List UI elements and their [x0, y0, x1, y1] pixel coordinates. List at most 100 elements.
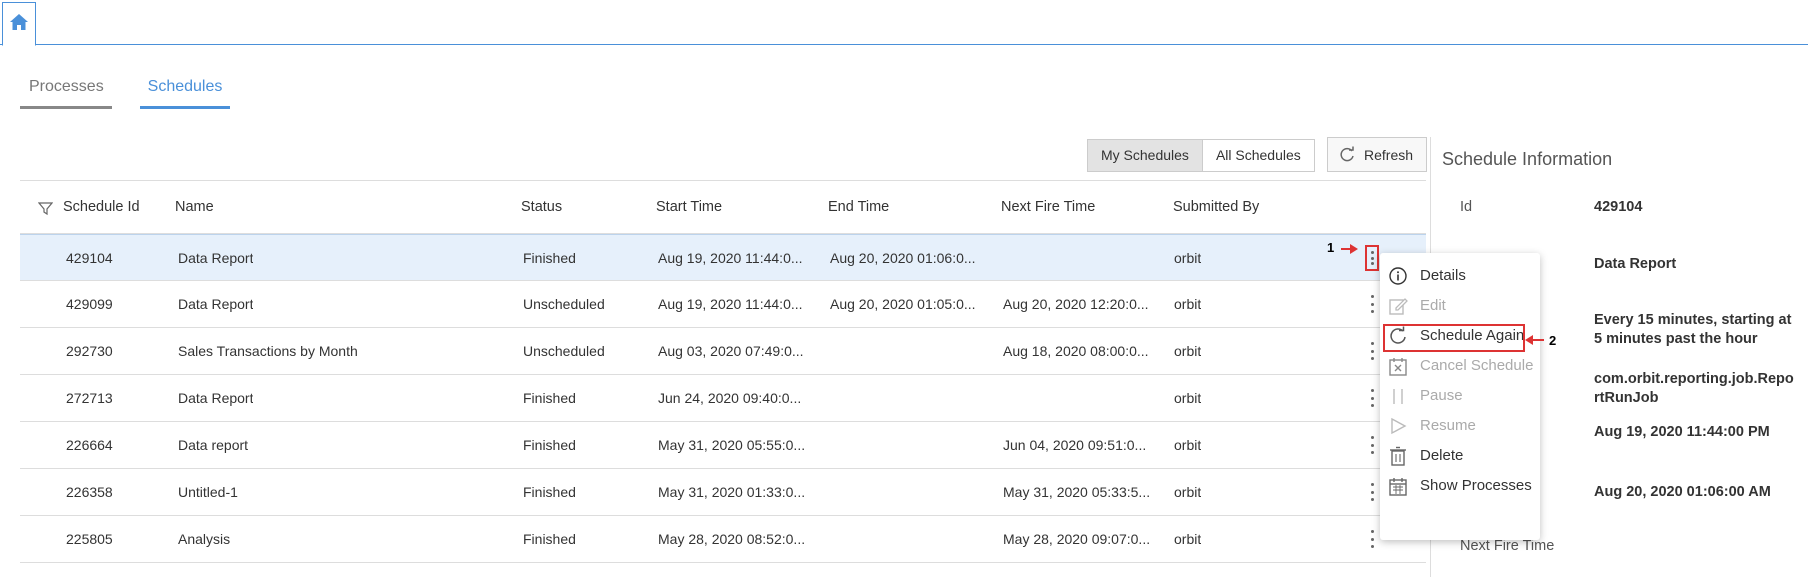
filter-icon[interactable] [38, 201, 53, 216]
start-time-value: Aug 19, 2020 11:44:00 PM [1594, 424, 1770, 440]
cell-schedule-id: 225805 [66, 531, 113, 547]
cell-submitted-by: orbit [1174, 296, 1202, 312]
cell-next-fire-time: Jun 04, 2020 09:51:0... [1003, 437, 1147, 453]
menu-item-label: Pause [1420, 387, 1463, 404]
cell-start-time: May 28, 2020 08:52:0... [658, 531, 806, 547]
next-fire-time-label: Next Fire Time [1460, 538, 1555, 554]
table-header: Schedule Id Name Status Start Time End T… [20, 180, 1426, 234]
menu-item-label: Delete [1420, 447, 1464, 464]
cell-submitted-by: orbit [1174, 250, 1202, 266]
column-header-start-time[interactable]: Start Time [656, 199, 722, 215]
menu-item-edit[interactable]: Edit [1380, 291, 1540, 321]
row-actions-kebab-icon[interactable] [1365, 245, 1379, 271]
cell-end-time: Aug 20, 2020 01:05:0... [830, 296, 976, 312]
cell-schedule-id: 292730 [66, 343, 113, 359]
play-icon [1391, 417, 1407, 435]
menu-item-show-processes[interactable]: Show Processes [1380, 471, 1540, 501]
home-tab[interactable] [2, 2, 36, 46]
table-row[interactable]: 429099 Data Report Unscheduled Aug 19, 2… [20, 281, 1426, 328]
cell-status: Unscheduled [523, 343, 605, 359]
all-schedules-button[interactable]: All Schedules [1201, 140, 1314, 171]
cell-schedule-id: 226664 [66, 437, 113, 453]
schedule-filter-toggle: My Schedules All Schedules [1087, 139, 1315, 172]
cell-schedule-id: 226358 [66, 484, 113, 500]
cell-start-time: Aug 19, 2020 11:44:0... [658, 296, 803, 312]
cell-next-fire-time: Aug 18, 2020 08:00:0... [1003, 343, 1149, 359]
cell-status: Finished [523, 250, 576, 266]
annotation-arrow-2 [1532, 339, 1544, 341]
cell-start-time: Aug 03, 2020 07:49:0... [658, 343, 804, 359]
cell-submitted-by: orbit [1174, 437, 1202, 453]
cancel-calendar-icon [1389, 358, 1407, 376]
cell-next-fire-time: May 31, 2020 05:33:5... [1003, 484, 1151, 500]
cell-next-fire-time: Aug 20, 2020 12:20:0... [1003, 296, 1149, 312]
cell-status: Finished [523, 437, 576, 453]
tab-schedules[interactable]: Schedules [140, 78, 230, 109]
trash-icon [1390, 446, 1406, 466]
schedules-table: Schedule Id Name Status Start Time End T… [20, 180, 1426, 563]
row-actions-kebab-icon[interactable] [1367, 293, 1377, 315]
definition-value: Every 15 minutes, starting at 5 minutes … [1594, 312, 1792, 347]
annotation-number-2: 2 [1549, 333, 1557, 348]
menu-item-label: Cancel Schedule [1420, 357, 1534, 374]
refresh-label: Refresh [1364, 146, 1414, 163]
menu-item-details[interactable]: Details [1380, 261, 1540, 291]
column-header-next-fire-time[interactable]: Next Fire Time [1001, 199, 1095, 215]
cell-submitted-by: orbit [1174, 390, 1202, 406]
info-icon [1389, 267, 1407, 285]
cell-name: Data Report [178, 250, 254, 266]
table-row[interactable]: 272713 Data Report Finished Jun 24, 2020… [20, 375, 1426, 422]
tab-processes[interactable]: Processes [20, 78, 112, 109]
column-header-schedule-id[interactable]: Schedule Id [63, 199, 140, 215]
end-time-value: Aug 20, 2020 01:06:00 AM [1594, 484, 1771, 500]
table-row[interactable]: 225805 Analysis Finished May 28, 2020 08… [20, 516, 1426, 563]
cell-start-time: May 31, 2020 05:55:0... [658, 437, 806, 453]
menu-item-label: Show Processes [1420, 477, 1532, 494]
column-header-end-time[interactable]: End Time [828, 199, 889, 215]
table-row[interactable]: 226664 Data report Finished May 31, 2020… [20, 422, 1426, 469]
top-bar [0, 0, 1808, 46]
cell-name: Data Report [178, 390, 254, 406]
column-header-name[interactable]: Name [175, 199, 214, 215]
menu-item-label: Resume [1420, 417, 1476, 434]
row-actions-kebab-icon[interactable] [1367, 481, 1377, 503]
table-row[interactable]: 226358 Untitled-1 Finished May 31, 2020 … [20, 469, 1426, 516]
row-actions-kebab-icon[interactable] [1367, 387, 1377, 409]
cell-start-time: Jun 24, 2020 09:40:0... [658, 390, 802, 406]
table-row[interactable]: 429104 Data Report Finished Aug 19, 2020… [20, 234, 1426, 281]
cell-status: Finished [523, 390, 576, 406]
pause-icon [1393, 389, 1403, 404]
my-schedules-button[interactable]: My Schedules [1088, 140, 1202, 171]
cell-next-fire-time: May 28, 2020 09:07:0... [1003, 531, 1151, 547]
menu-item-delete[interactable]: Delete [1380, 441, 1540, 471]
cell-schedule-id: 429104 [66, 250, 113, 266]
calendar-icon [1389, 478, 1407, 496]
id-value: 429104 [1594, 199, 1643, 215]
refresh-icon [1340, 146, 1354, 161]
annotation-number-1: 1 [1327, 240, 1335, 255]
menu-item-resume[interactable]: Resume [1380, 411, 1540, 441]
row-actions-kebab-icon[interactable] [1367, 434, 1377, 456]
refresh-button[interactable]: Refresh [1327, 137, 1427, 172]
cell-name: Untitled-1 [178, 484, 238, 500]
cell-status: Finished [523, 531, 576, 547]
name-value: Data Report [1594, 256, 1677, 272]
annotation-arrowhead-1 [1350, 244, 1358, 254]
row-actions-menu: Details Edit Schedule Again Cancel Sched… [1380, 253, 1540, 540]
menu-item-cancel-schedule[interactable]: Cancel Schedule [1380, 351, 1540, 381]
cell-name: Sales Transactions by Month [178, 343, 358, 359]
row-actions-kebab-icon[interactable] [1367, 528, 1377, 550]
row-actions-kebab-icon[interactable] [1367, 340, 1377, 362]
menu-item-pause[interactable]: Pause [1380, 381, 1540, 411]
menu-item-label: Edit [1420, 297, 1446, 314]
column-header-submitted-by[interactable]: Submitted By [1173, 199, 1259, 215]
cell-schedule-id: 429099 [66, 296, 113, 312]
cell-status: Finished [523, 484, 576, 500]
cell-schedule-id: 272713 [66, 390, 113, 406]
cell-end-time: Aug 20, 2020 01:06:0... [830, 250, 976, 266]
panel-title: Schedule Information [1442, 149, 1613, 169]
table-row[interactable]: 292730 Sales Transactions by Month Unsch… [20, 328, 1426, 375]
column-header-status[interactable]: Status [521, 199, 562, 215]
cell-submitted-by: orbit [1174, 343, 1202, 359]
home-icon [10, 14, 28, 30]
